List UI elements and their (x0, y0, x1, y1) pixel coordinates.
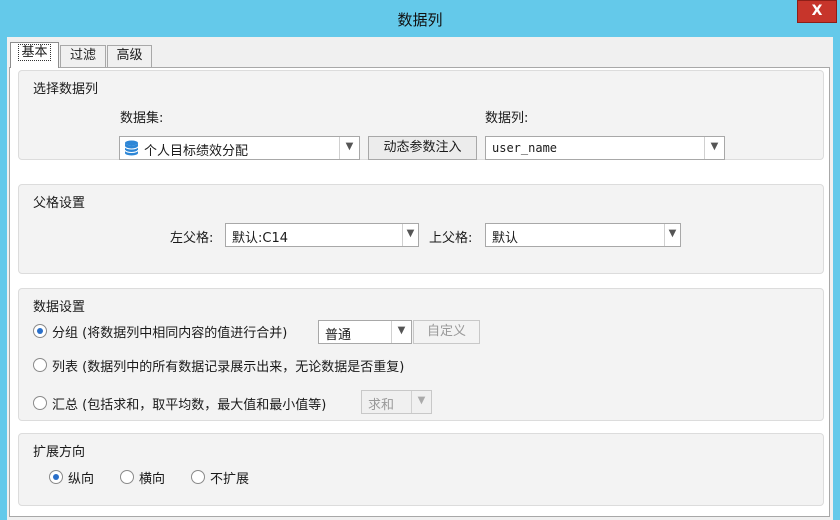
list-radio-label[interactable]: 列表 (数据列中的所有数据记录展示出来，无论数据是否重复) (52, 356, 404, 375)
tab-basic[interactable]: 基本 (10, 42, 59, 68)
expand-vertical-label[interactable]: 纵向 (68, 468, 94, 487)
custom-button[interactable]: 自定义 (413, 320, 480, 344)
tab-advanced[interactable]: 高级 (107, 45, 152, 67)
expand-vertical-radio[interactable] (49, 470, 63, 484)
tab-panel-basic: 选择数据列 数据集: 数据列: 个人目标绩效分配 ▼ 动态参数注入 user_n… (9, 67, 830, 517)
tab-advanced-label: 高级 (116, 48, 143, 63)
expand-direction-group: 扩展方向 纵向 横向 不扩展 (18, 433, 824, 506)
expand-none-radio[interactable] (191, 470, 205, 484)
summary-func-select[interactable]: 求和 ▼ (361, 390, 432, 414)
dynamic-param-button[interactable]: 动态参数注入 (368, 136, 477, 160)
title-bar[interactable]: 数据列 X (0, 0, 840, 37)
left-parent-value: 默认:C14 (232, 231, 288, 246)
parent-settings-group: 父格设置 左父格: 默认:C14 ▼ 上父格: 默认 ▼ (18, 184, 824, 274)
group-radio[interactable] (33, 324, 47, 338)
data-settings-group: 数据设置 分组 (将数据列中相同内容的值进行合并) 普通 ▼ 自定义 列表 (数… (18, 288, 824, 421)
expand-none-label[interactable]: 不扩展 (210, 468, 249, 487)
list-radio[interactable] (33, 358, 47, 372)
parent-settings-title: 父格设置 (33, 196, 86, 211)
dialog-client-area: 基本 过滤 高级 选择数据列 数据集: 数据列: 个人目标绩效分配 ▼ 动态参数… (7, 37, 833, 520)
chevron-down-icon: ▼ (664, 224, 680, 246)
select-column-title: 选择数据列 (33, 82, 99, 97)
select-column-group: 选择数据列 数据集: 数据列: 个人目标绩效分配 ▼ 动态参数注入 user_n… (18, 70, 824, 160)
database-icon (124, 140, 139, 156)
close-button[interactable]: X (797, 0, 837, 23)
summary-func-value: 求和 (368, 398, 395, 413)
column-select[interactable]: user_name ▼ (485, 136, 725, 160)
expand-direction-title: 扩展方向 (33, 445, 86, 460)
left-parent-label: 左父格: (170, 231, 214, 246)
tab-filter[interactable]: 过滤 (60, 45, 106, 67)
top-parent-value: 默认 (492, 231, 519, 246)
chevron-down-icon: ▼ (411, 391, 431, 413)
data-settings-title: 数据设置 (33, 300, 86, 315)
chevron-down-icon: ▼ (339, 137, 359, 159)
dataset-label: 数据集: (120, 111, 164, 126)
summary-radio[interactable] (33, 396, 47, 410)
dataset-value: 个人目标绩效分配 (144, 144, 249, 159)
expand-horizontal-radio[interactable] (120, 470, 134, 484)
top-parent-label: 上父格: (429, 231, 473, 246)
column-value: user_name (492, 141, 558, 155)
chevron-down-icon: ▼ (402, 224, 418, 246)
top-parent-select[interactable]: 默认 ▼ (485, 223, 681, 247)
column-label: 数据列: (485, 111, 529, 126)
expand-horizontal-label[interactable]: 横向 (139, 468, 165, 487)
chevron-down-icon: ▼ (704, 137, 724, 159)
data-column-dialog: 数据列 X 基本 过滤 高级 选择数据列 数据集: 数据列: 个人目标绩效分配 … (0, 0, 840, 520)
dataset-select[interactable]: 个人目标绩效分配 ▼ (119, 136, 360, 160)
summary-radio-label[interactable]: 汇总 (包括求和，取平均数，最大值和最小值等) (52, 394, 326, 413)
dialog-title: 数据列 (397, 11, 443, 29)
tab-basic-label: 基本 (18, 44, 51, 61)
chevron-down-icon: ▼ (391, 321, 411, 343)
group-mode-select[interactable]: 普通 ▼ (318, 320, 412, 344)
group-radio-label[interactable]: 分组 (将数据列中相同内容的值进行合并) (52, 322, 287, 341)
group-mode-value: 普通 (325, 328, 352, 343)
left-parent-select[interactable]: 默认:C14 ▼ (225, 223, 419, 247)
tab-filter-label: 过滤 (69, 48, 96, 63)
